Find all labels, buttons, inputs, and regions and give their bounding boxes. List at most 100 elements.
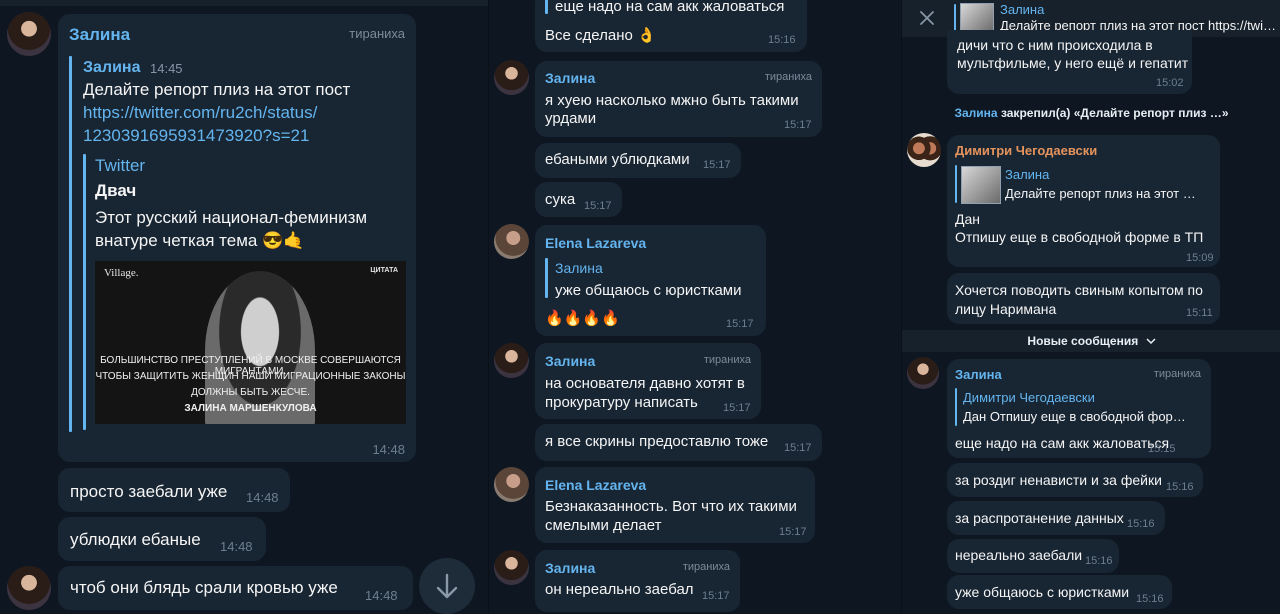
- quote-label: ЦИТАТА: [370, 267, 398, 274]
- pinned-author: Залина: [1000, 2, 1045, 17]
- reply-bar: [545, 0, 548, 14]
- message-bubble[interactable]: просто заебали уже 14:48: [58, 468, 290, 512]
- reply-author[interactable]: Залина: [83, 59, 140, 77]
- message-time: 14:48: [246, 490, 279, 505]
- message-text-cont: лицу Наримана: [955, 301, 1057, 317]
- message-bubble[interactable]: Elena Lazareva Залина уже общаюсь с юрис…: [535, 225, 766, 336]
- reply-text: Делайте репорт плиз на этот пост: [83, 80, 351, 99]
- reply-bar: [69, 56, 72, 432]
- sender-name[interactable]: Залина: [545, 70, 595, 86]
- message-bubble[interactable]: Залина тираниха Залина 14:45 Делайте реп…: [58, 14, 416, 462]
- message-text-cont: урдами: [545, 110, 597, 127]
- message-text: ебаными ублюдками: [545, 151, 690, 168]
- message-bubble[interactable]: за роздиг ненависти и за фейки 15:16: [947, 463, 1203, 497]
- message-bubble[interactable]: ебаными ублюдками 15:17: [535, 143, 741, 178]
- avatar[interactable]: [7, 12, 51, 56]
- avatar[interactable]: [494, 550, 529, 585]
- avatar[interactable]: [907, 357, 939, 389]
- message-text-cont: прокуратуру написать: [545, 394, 698, 411]
- message-bubble[interactable]: еще надо на сам акк жаловаться Все сдела…: [535, 0, 807, 52]
- message-bubble[interactable]: чтоб они блядь срали кровью уже 14:48: [58, 566, 413, 610]
- sender-name[interactable]: Elena Lazareva: [545, 477, 646, 493]
- admin-tag: тираниха: [764, 71, 812, 83]
- pin-bar: [954, 4, 956, 32]
- portrait-photo: [205, 271, 315, 424]
- message-text: он нереально заебал: [545, 581, 694, 598]
- message-time: 14:48: [372, 442, 405, 457]
- sender-name[interactable]: Залина: [545, 560, 595, 576]
- post-link[interactable]: https://twitter.com/ru2ch/status/: [83, 103, 317, 123]
- scroll-down-button[interactable]: [419, 558, 475, 614]
- avatar[interactable]: [494, 343, 529, 378]
- service-actor[interactable]: Залина: [954, 106, 997, 120]
- avatar[interactable]: [494, 60, 529, 95]
- message-time: 15:17: [726, 318, 754, 330]
- reply-author[interactable]: Димитри Чегодаевски: [963, 390, 1095, 405]
- avatar[interactable]: [7, 566, 51, 610]
- reply-author[interactable]: Залина: [555, 260, 603, 276]
- message-text-cont: Отпишу еще в свободной форме в ТП: [955, 229, 1204, 245]
- message-time: 15:17: [779, 526, 807, 538]
- avatar[interactable]: [494, 224, 529, 259]
- post-link-cont[interactable]: 1230391695931473920?s=21: [83, 126, 309, 146]
- reply-bar: [955, 388, 957, 426]
- preview-bar: [83, 154, 86, 430]
- chat-panel-right: Залина Делайте репорт плиз на этот пост …: [901, 0, 1280, 614]
- chat-panel-left: Залина тираниха Залина 14:45 Делайте реп…: [0, 0, 488, 614]
- message-time: 15:16: [1085, 555, 1113, 567]
- sender-name[interactable]: Залина: [955, 367, 1002, 382]
- message-bubble[interactable]: Залина тираниха на основателя давно хотя…: [535, 343, 761, 419]
- avatar[interactable]: [494, 467, 529, 502]
- message-time: 15:15: [1148, 443, 1176, 455]
- admin-tag: тираниха: [703, 354, 751, 366]
- message-bubble[interactable]: Залина тираниха он нереально заебал 15:1…: [535, 550, 740, 612]
- pinned-thumbnail: [960, 3, 994, 33]
- message-text: 🔥🔥🔥🔥: [545, 310, 620, 327]
- avatar[interactable]: [907, 133, 941, 167]
- sender-name[interactable]: Залина: [69, 25, 130, 45]
- close-pin-button[interactable]: [916, 7, 938, 29]
- message-time: 15:11: [1186, 307, 1213, 319]
- admin-tag: тираниха: [682, 561, 730, 573]
- message-bubble[interactable]: дичи что с ним происходила в мультфильме…: [947, 30, 1192, 94]
- message-bubble[interactable]: Хочется поводить свиным копытом по лицу …: [947, 273, 1220, 324]
- message-bubble[interactable]: Elena Lazareva Безнаказанность. Вот что …: [535, 467, 815, 543]
- reply-bar: [955, 165, 957, 203]
- message-time: 15:16: [768, 34, 796, 46]
- sender-name[interactable]: Залина: [545, 353, 595, 369]
- message-time: 15:16: [1136, 593, 1164, 605]
- arrow-down-icon: [436, 573, 458, 599]
- message-text: еще надо на сам акк жаловаться: [955, 435, 1170, 451]
- message-text: я хуею насколько мжно быть такими: [545, 92, 799, 109]
- message-bubble[interactable]: нереально заебали 15:16: [947, 539, 1119, 573]
- sender-name[interactable]: Димитри Чегодаевски: [955, 143, 1097, 158]
- message-bubble[interactable]: ублюдки ебаные 14:48: [58, 517, 266, 561]
- preview-image[interactable]: Village. ЦИТАТА БОЛЬШИНСТВО ПРЕСТУПЛЕНИЙ…: [95, 261, 406, 424]
- admin-tag: тираниха: [1153, 368, 1201, 380]
- service-object[interactable]: «Делайте репорт плиз …»: [1074, 106, 1229, 120]
- message-time: 15:17: [702, 590, 730, 602]
- message-bubble[interactable]: уже общаюсь с юристками 15:16: [947, 575, 1172, 609]
- message-time: 15:09: [1186, 252, 1214, 264]
- message-text: на основателя давно хотят в: [545, 375, 745, 392]
- message-bubble[interactable]: сука 15:17: [535, 182, 622, 217]
- reply-text: Делайте репорт плиз на этот …: [1005, 186, 1196, 201]
- village-logo: Village.: [104, 267, 139, 279]
- message-text: чтоб они блядь срали кровью уже: [70, 578, 338, 597]
- message-text: Дан: [955, 211, 980, 227]
- sender-name[interactable]: Elena Lazareva: [545, 235, 646, 251]
- message-bubble[interactable]: я все скрины предоставлю тоже 15:17: [535, 424, 822, 461]
- top-edge: [0, 0, 488, 6]
- preview-description-cont: внатуре четкая тема 😎🤙: [95, 231, 305, 250]
- reply-time: 14:45: [150, 61, 183, 76]
- message-text: сука: [545, 191, 576, 208]
- message-text: ублюдки ебаные: [70, 530, 201, 549]
- message-bubble[interactable]: Димитри Чегодаевски Залина Делайте репор…: [947, 135, 1220, 267]
- message-bubble[interactable]: Залина тираниха Димитри Чегодаевски Дан …: [947, 359, 1211, 458]
- message-time: 15:17: [784, 119, 812, 131]
- message-bubble[interactable]: Залина тираниха я хуею насколько мжно бы…: [535, 61, 822, 137]
- message-bubble[interactable]: за распротанение данных 15:16: [947, 501, 1165, 535]
- message-time: 15:17: [703, 159, 731, 171]
- reply-author[interactable]: Залина: [1005, 167, 1049, 182]
- new-messages-label: Новые сообщения: [1027, 334, 1139, 348]
